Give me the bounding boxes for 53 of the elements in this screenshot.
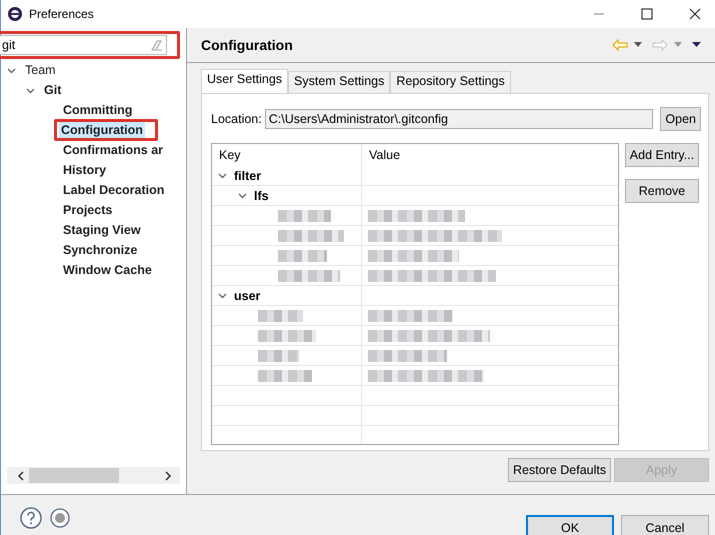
record-icon[interactable] <box>50 508 70 528</box>
blurred-text <box>278 250 327 262</box>
expanded-chevron-icon[interactable] <box>238 191 247 200</box>
tree-item[interactable]: History <box>61 162 108 178</box>
table-cell: filter <box>234 168 262 182</box>
scroll-left-icon[interactable] <box>17 470 25 480</box>
blurred-text <box>258 350 299 362</box>
window-title: Preferences <box>29 7 94 21</box>
tree-item[interactable]: Staging View <box>61 222 143 238</box>
tree-item[interactable]: Label Decoration <box>61 182 166 198</box>
app-icon <box>7 6 23 22</box>
tree-item[interactable]: Window Cache <box>61 262 154 278</box>
expanded-chevron-icon[interactable] <box>218 171 227 180</box>
tree-item[interactable]: Team <box>23 62 58 78</box>
ok-button[interactable]: OK <box>526 515 614 535</box>
page-title: Configuration <box>201 37 293 53</box>
column-header[interactable]: Value <box>362 144 400 166</box>
tab[interactable]: User Settings <box>201 69 288 93</box>
tree-item[interactable]: Committing <box>61 102 134 118</box>
restore-defaults-button[interactable]: Restore Defaults <box>508 458 611 482</box>
cancel-button[interactable]: Cancel <box>621 515 709 535</box>
help-icon[interactable] <box>20 507 42 529</box>
location-label: Location: <box>211 112 262 126</box>
scrollbar-thumb[interactable] <box>29 468 119 483</box>
tree-item[interactable]: Configuration <box>59 122 145 138</box>
blurred-text <box>278 230 344 242</box>
blurred-text <box>278 270 340 282</box>
table-cell: user <box>234 288 260 302</box>
close-icon[interactable] <box>689 8 701 20</box>
tab[interactable]: System Settings <box>288 71 390 93</box>
view-menu-icon[interactable] <box>692 42 701 48</box>
remove-button[interactable]: Remove <box>625 179 699 203</box>
expanded-chevron-icon[interactable] <box>7 66 16 74</box>
open-button[interactable]: Open <box>660 107 701 131</box>
blurred-text <box>258 370 312 382</box>
tree-item[interactable]: Confirmations ar <box>61 142 166 158</box>
maximize-icon[interactable] <box>641 8 653 20</box>
tree-item[interactable]: Projects <box>61 202 114 218</box>
tree-item[interactable]: Git <box>42 82 64 98</box>
expanded-chevron-icon[interactable] <box>26 86 35 94</box>
expanded-chevron-icon[interactable] <box>218 291 227 300</box>
location-field[interactable]: C:\Users\Administrator\.gitconfig <box>264 109 654 129</box>
search-field[interactable]: git <box>0 35 167 55</box>
blurred-text <box>258 310 303 322</box>
tab[interactable]: Repository Settings <box>390 71 511 93</box>
add-entry-button[interactable]: Add Entry... <box>625 143 699 167</box>
table-cell: lfs <box>254 188 269 202</box>
dropdown-icon[interactable] <box>634 42 642 48</box>
tree-item[interactable]: Synchronize <box>61 242 140 258</box>
blurred-text <box>258 330 316 342</box>
scroll-right-icon[interactable] <box>164 470 172 480</box>
blurred-text <box>278 210 331 222</box>
column-header[interactable]: Key <box>212 144 362 166</box>
